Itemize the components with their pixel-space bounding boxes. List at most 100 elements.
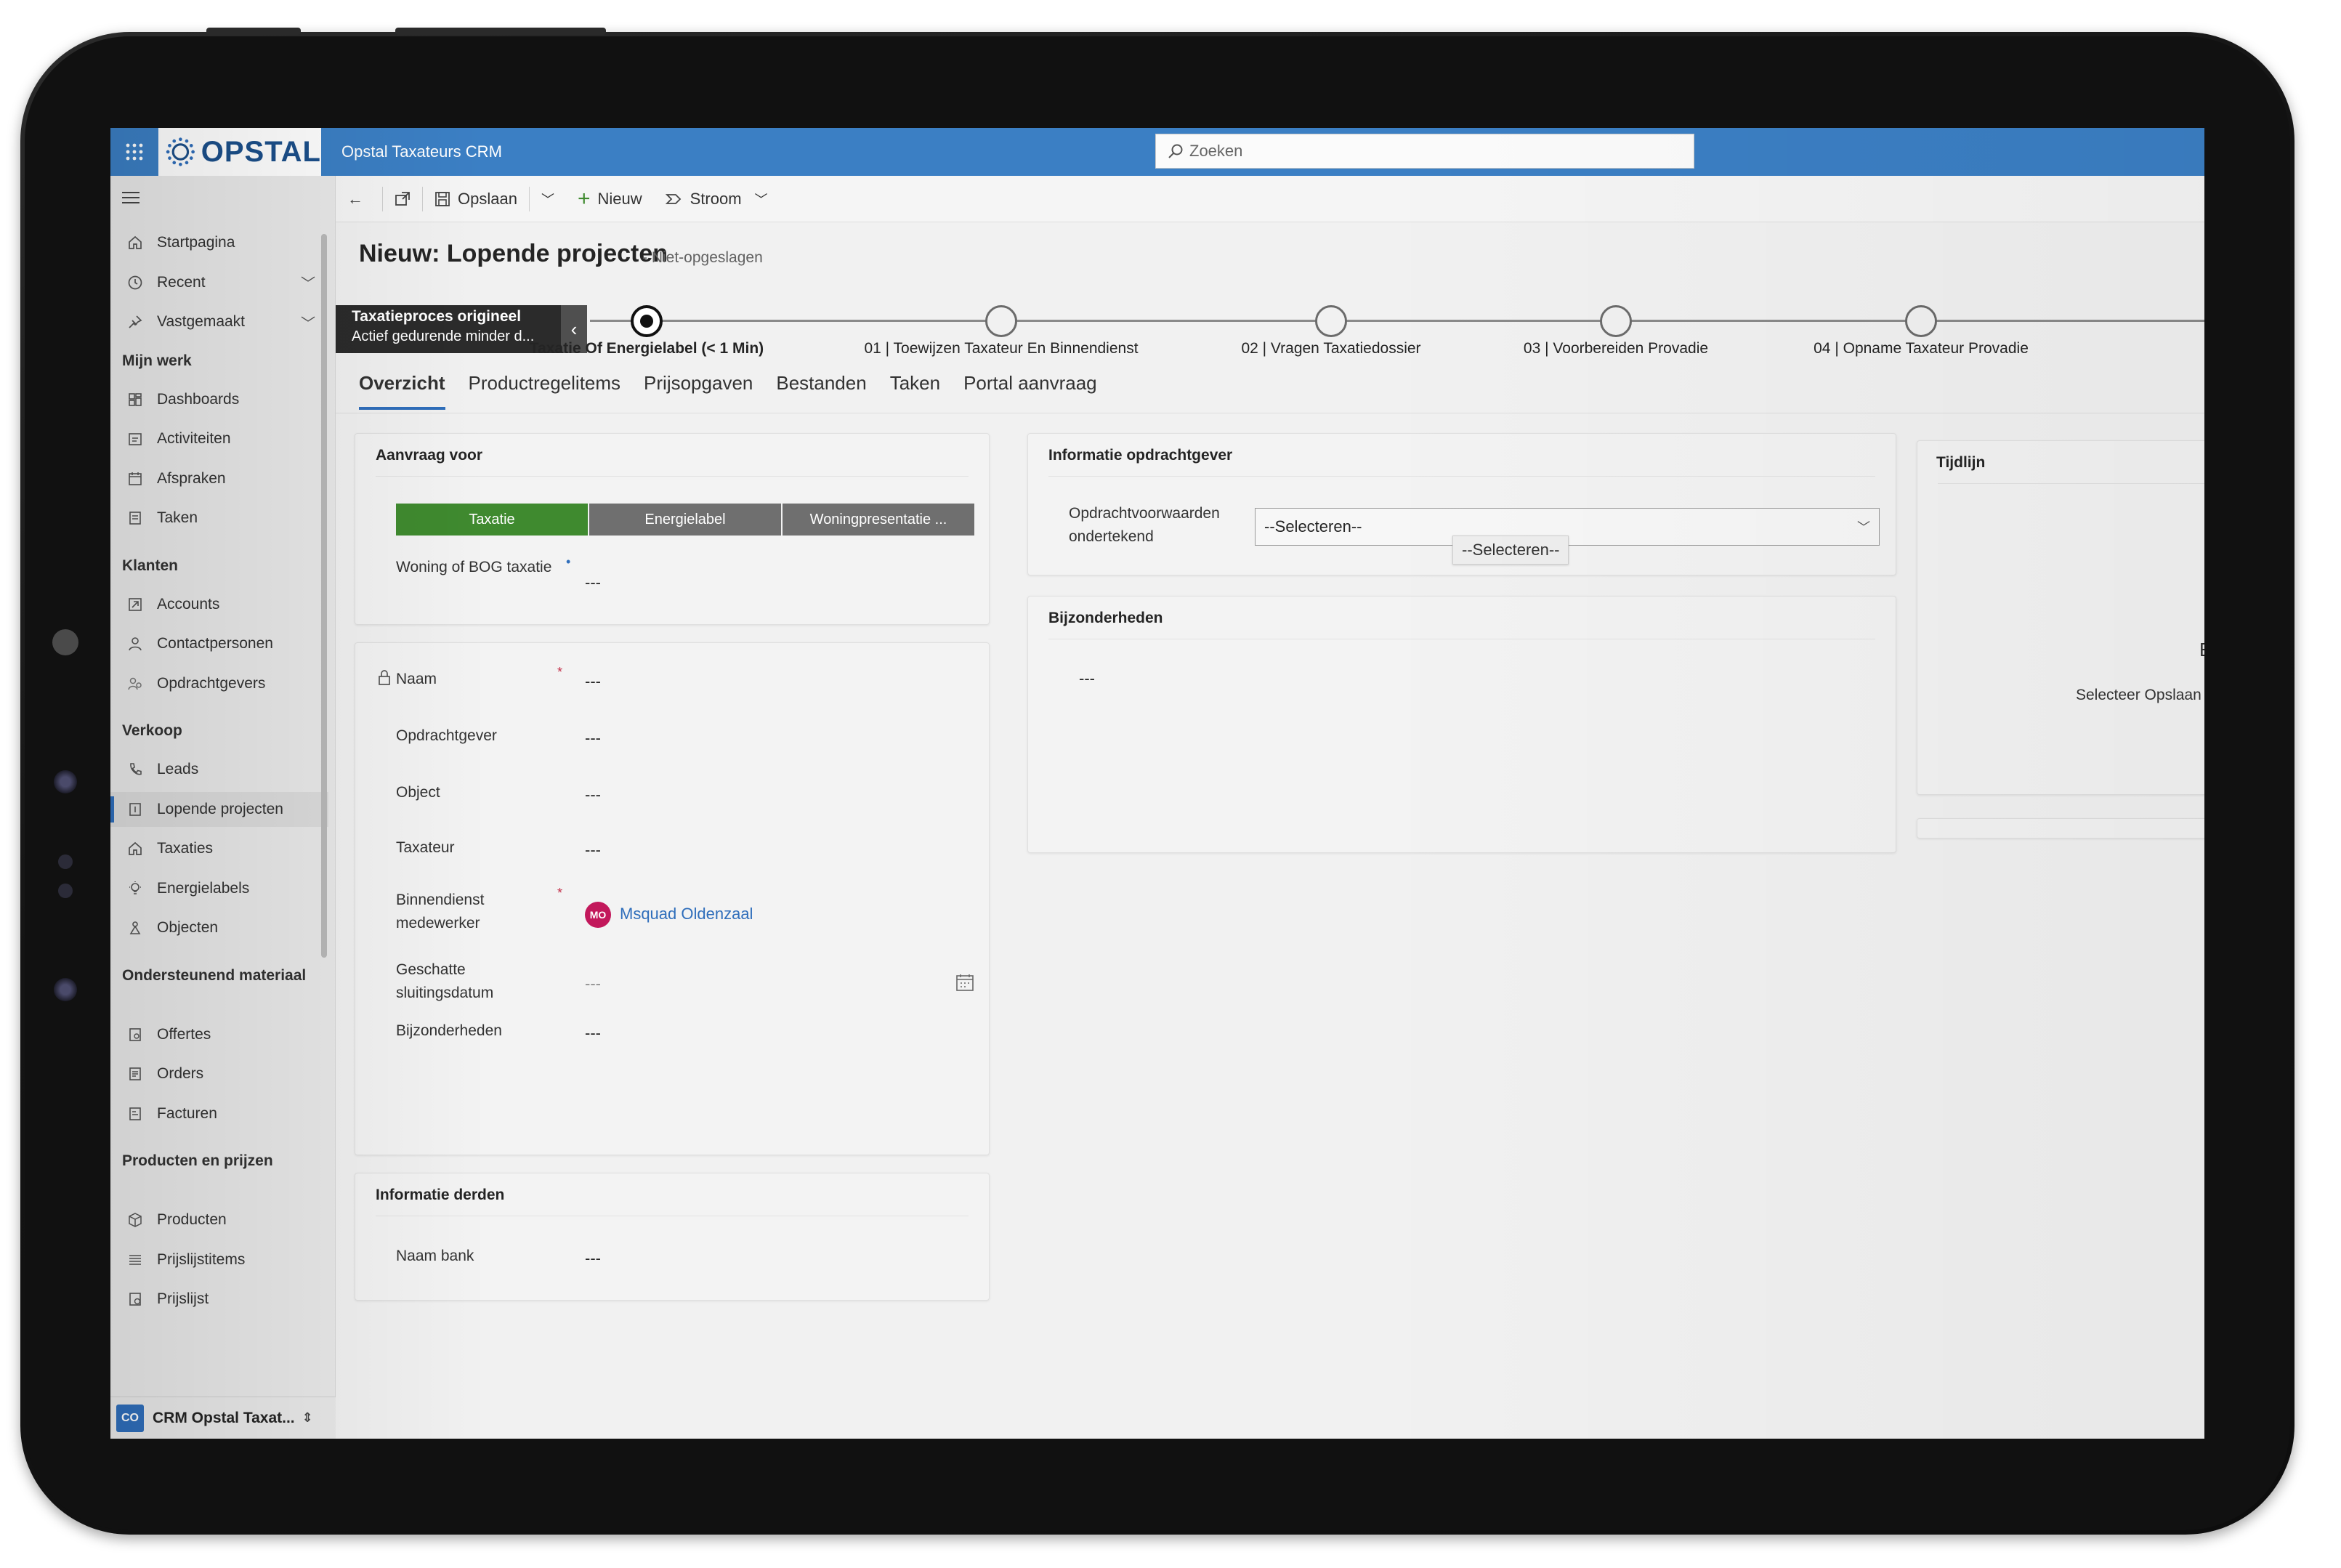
stage-label[interactable]: Taxatie Of Energielabel (< 1 Min) (530, 340, 764, 357)
sidebar-item-label: Energielabels (157, 879, 250, 897)
tab-taken[interactable]: Taken (890, 372, 940, 410)
section-title: Informatie opdrachtgever (1048, 447, 1233, 464)
process-flyout[interactable]: Taxatieproces origineel Actief gedurende… (336, 305, 561, 353)
sidebar-item-afspraken[interactable]: Afspraken (110, 461, 328, 496)
back-button[interactable]: ← (336, 176, 382, 222)
stage-label[interactable]: 02 | Vragen Taxatiedossier (1241, 340, 1420, 357)
field-label: Woning of BOG taxatie (396, 559, 552, 575)
sidebar-item-dashboards[interactable]: Dashboards (110, 382, 328, 417)
open-new-window-button[interactable] (383, 176, 422, 222)
sidebar-item-accounts[interactable]: Accounts (110, 587, 328, 622)
tab-bestanden[interactable]: Bestanden (776, 372, 866, 410)
field-value[interactable]: --- (585, 841, 601, 860)
sidebar-item-label: Contactpersonen (157, 635, 273, 652)
stage-label[interactable]: 01 | Toewijzen Taxateur En Binnendienst (864, 340, 1138, 357)
sensor-icon (54, 978, 77, 1001)
stage-label[interactable]: 03 | Voorbereiden Provadie (1524, 340, 1708, 357)
area-badge: CO (116, 1404, 144, 1432)
bijzonderheden-value[interactable]: --- (1079, 669, 1095, 688)
sidebar-item-taken[interactable]: Taken (110, 501, 328, 536)
sidebar-item-startpagina[interactable]: Startpagina (110, 225, 328, 260)
business-process-flow: Taxatieproces origineel Actief gedurende… (336, 304, 2204, 357)
sidebar-item-prijslijstitems[interactable]: Prijslijstitems (110, 1242, 328, 1277)
project-icon (125, 801, 145, 817)
stage-label[interactable]: 04 | Opname Taxateur Provadie (1814, 340, 2029, 357)
sidebar-item-leads[interactable]: Leads (110, 752, 328, 787)
sensor-icon (54, 770, 77, 793)
sidebar-item-label: Vastgemaakt (157, 313, 246, 330)
binnendienst-lookup-link[interactable]: Msquad Oldenzaal (620, 905, 753, 924)
search-input[interactable]: Zoeken (1155, 134, 1694, 169)
field-value[interactable]: --- (585, 974, 601, 993)
field-value[interactable]: --- (585, 729, 601, 748)
dashboard-icon (125, 392, 145, 408)
stage-indicator[interactable] (1315, 305, 1347, 337)
sidebar-item-producten[interactable]: Producten (110, 1203, 328, 1237)
sidebar-item-label: Offertes (157, 1025, 211, 1043)
chevron-down-icon[interactable]: ﹀ (301, 272, 315, 293)
new-button[interactable]: + Nieuw (566, 176, 654, 222)
sidebar-item-facturen[interactable]: Facturen (110, 1096, 328, 1131)
command-bar: ← Opslaan ﹀ + Nieuw Stroom ﹀ (336, 176, 2204, 222)
option-woningpresentatie[interactable]: Woningpresentatie ... (783, 504, 974, 536)
sidebar-item-orders[interactable]: Orders (110, 1056, 328, 1091)
sidebar-item-prijslijst[interactable]: Prijslijst (110, 1282, 328, 1317)
app-launcher-icon[interactable] (110, 128, 158, 176)
sidebar-item-energielabels[interactable]: Energielabels (110, 871, 328, 906)
save-options-dropdown[interactable]: ﹀ (530, 176, 566, 222)
sidebar-item-lopende-projecten[interactable]: Lopende projecten (110, 791, 328, 827)
sidebar-item-objecten[interactable]: Objecten (110, 910, 328, 945)
sidebar-item-label: Opdrachtgevers (157, 674, 266, 692)
hamburger-icon[interactable] (121, 190, 141, 209)
app-title[interactable]: Opstal Taxateurs CRM (341, 142, 502, 161)
clock-icon (125, 275, 145, 291)
calendar-icon[interactable] (955, 973, 974, 995)
section-title: Bijzonderheden (1048, 610, 1163, 626)
field-value[interactable]: --- (585, 785, 601, 804)
flow-button[interactable]: Stroom ﹀ (654, 176, 780, 222)
tab-portal-aanvraag[interactable]: Portal aanvraag (963, 372, 1097, 410)
field-value[interactable]: --- (585, 1024, 601, 1043)
tab-productregelitems[interactable]: Productregelitems (469, 372, 621, 410)
home-icon (125, 235, 145, 251)
aanvraag-option-set: Taxatie Energielabel Woningpresentatie .… (396, 504, 974, 536)
save-button[interactable]: Opslaan (423, 176, 529, 222)
sidebar-item-taxaties[interactable]: Taxaties (110, 831, 328, 866)
field-value[interactable]: --- (585, 672, 601, 691)
stage-indicator[interactable] (1600, 305, 1632, 337)
phone-icon (125, 761, 145, 777)
field-value[interactable]: --- (585, 573, 601, 592)
select-value: --Selecteren-- (1264, 517, 1362, 536)
camera-icon (52, 629, 78, 655)
field-value[interactable]: --- (585, 1249, 601, 1268)
stage-indicator[interactable] (631, 305, 663, 337)
stage-indicator[interactable] (985, 305, 1017, 337)
section-title: Aanvraag voor (376, 447, 483, 464)
sidebar-item-opdrachtgevers[interactable]: Opdrachtgevers (110, 666, 328, 701)
accounts-icon (125, 597, 145, 613)
timeline-section: Tijdlijn E Selecteer Opslaan (1917, 440, 2204, 795)
stage-indicator[interactable] (1905, 305, 1937, 337)
save-icon (435, 191, 450, 206)
logo-icon (166, 137, 195, 166)
sidebar-item-label: Activiteiten (157, 430, 231, 447)
field-label: Opdrachtgever (396, 727, 497, 744)
sidebar-item-contactpersonen[interactable]: Contactpersonen (110, 626, 328, 661)
brand-logo[interactable]: OPSTAL (158, 128, 321, 176)
sidebar-scrollbar[interactable] (321, 234, 327, 958)
sidebar-item-recent[interactable]: Recent ﹀ (110, 265, 328, 300)
chevron-down-icon[interactable]: ﹀ (301, 312, 315, 333)
area-switcher[interactable]: CO CRM Opstal Taxat... ⇕ (110, 1397, 336, 1439)
calendar-icon (125, 471, 145, 487)
field-label: Geschatte sluitingsdatum (396, 961, 494, 1001)
option-taxatie[interactable]: Taxatie (396, 504, 589, 536)
list-icon (125, 1252, 145, 1268)
sidebar-item-activiteiten[interactable]: Activiteiten (110, 421, 328, 456)
tab-prijsopgaven[interactable]: Prijsopgaven (644, 372, 753, 410)
form-tabs: Overzicht Productregelitems Prijsopgaven Be… (359, 372, 1120, 410)
sidebar-item-offertes[interactable]: Offertes (110, 1017, 328, 1052)
sidebar-item-label: Dashboards (157, 390, 240, 408)
tab-overzicht[interactable]: Overzicht (359, 372, 445, 410)
sidebar-item-vastgemaakt[interactable]: Vastgemaakt ﹀ (110, 304, 328, 339)
option-energielabel[interactable]: Energielabel (589, 504, 783, 536)
